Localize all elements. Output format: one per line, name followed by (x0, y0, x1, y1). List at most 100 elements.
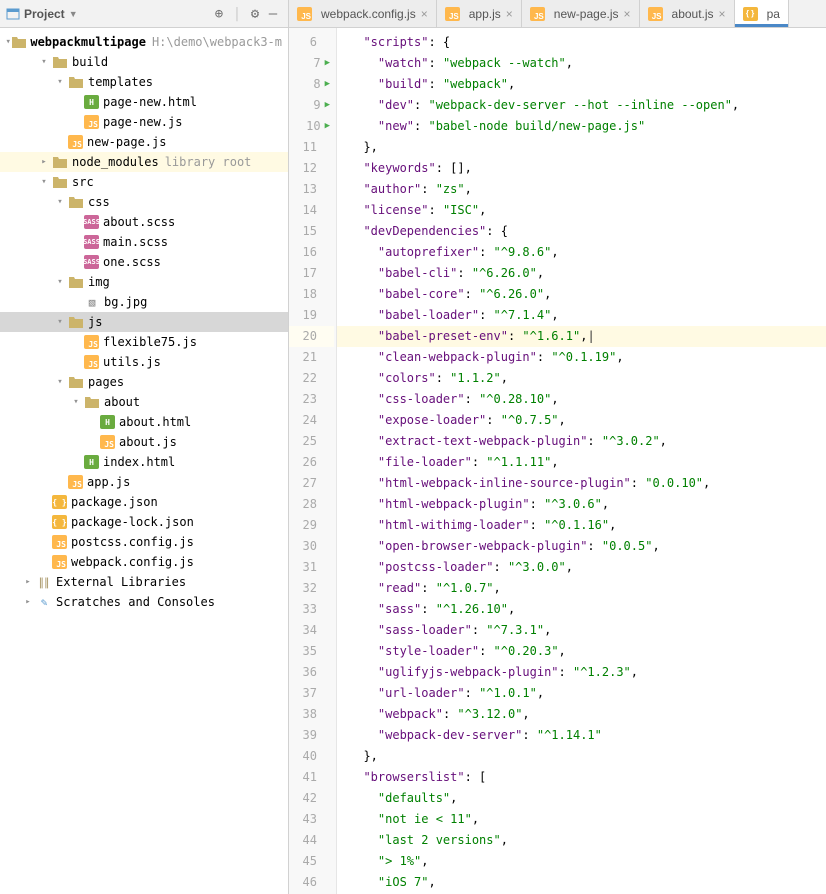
code-line[interactable]: "babel-preset-env": "^1.6.1",| (337, 326, 826, 347)
project-tree[interactable]: ▾webpackmultipageH:\demo\webpack3-m▾buil… (0, 28, 288, 894)
gutter-line[interactable]: 23 (289, 389, 334, 410)
gutter-line[interactable]: 13 (289, 179, 334, 200)
close-icon[interactable]: × (624, 7, 631, 21)
tree-root[interactable]: ▾webpackmultipageH:\demo\webpack3-m (0, 32, 288, 52)
tree-item[interactable]: SASSmain.scss (0, 232, 288, 252)
gutter-line[interactable]: 38 (289, 704, 334, 725)
gutter-line[interactable]: 24 (289, 410, 334, 431)
tree-item[interactable]: { }package.json (0, 492, 288, 512)
code-line[interactable]: "html-withimg-loader": "^0.1.16", (337, 515, 826, 536)
tree-item[interactable]: Hindex.html (0, 452, 288, 472)
gutter-line[interactable]: 45 (289, 851, 334, 872)
tree-item[interactable]: Hpage-new.html (0, 92, 288, 112)
gutter-line[interactable]: 26 (289, 452, 334, 473)
tree-item[interactable]: ▧bg.jpg (0, 292, 288, 312)
code-line[interactable]: "read": "^1.0.7", (337, 578, 826, 599)
run-icon[interactable]: ▶ (325, 116, 330, 137)
tree-item[interactable]: ▾build (0, 52, 288, 72)
gutter-line[interactable]: 14 (289, 200, 334, 221)
tree-item[interactable]: JSwebpack.config.js (0, 552, 288, 572)
gutter-line[interactable]: 15 (289, 221, 334, 242)
gutter-line[interactable]: 8▶ (289, 74, 334, 95)
code-line[interactable]: "last 2 versions", (337, 830, 826, 851)
tree-item[interactable]: ▾src (0, 172, 288, 192)
code-line[interactable]: "author": "zs", (337, 179, 826, 200)
tree-item[interactable]: JSutils.js (0, 352, 288, 372)
code-line[interactable]: "keywords": [], (337, 158, 826, 179)
gutter-line[interactable]: 10▶ (289, 116, 334, 137)
toggle-icon[interactable]: ▾ (52, 197, 68, 207)
code-line[interactable]: "colors": "1.1.2", (337, 368, 826, 389)
code-line[interactable]: "css-loader": "^0.28.10", (337, 389, 826, 410)
code-line[interactable]: "license": "ISC", (337, 200, 826, 221)
code-line[interactable]: "new": "babel-node build/new-page.js" (337, 116, 826, 137)
code-line[interactable]: "devDependencies": { (337, 221, 826, 242)
toggle-icon[interactable]: ▸ (20, 597, 36, 607)
code-line[interactable]: "postcss-loader": "^3.0.0", (337, 557, 826, 578)
toggle-icon[interactable]: ▸ (36, 157, 52, 167)
tree-item[interactable]: ▾templates (0, 72, 288, 92)
code-line[interactable]: "iOS 7", (337, 872, 826, 893)
tree-item[interactable]: JSnew-page.js (0, 132, 288, 152)
tree-item[interactable]: ▾js (0, 312, 288, 332)
code-line[interactable]: "webpack-dev-server": "^1.14.1" (337, 725, 826, 746)
gutter-line[interactable]: 16 (289, 242, 334, 263)
code-editor[interactable]: 67▶8▶9▶10▶111213141516171819202122232425… (289, 28, 826, 894)
tree-item[interactable]: ▾css (0, 192, 288, 212)
gutter-line[interactable]: 28 (289, 494, 334, 515)
editor-tab[interactable]: JSwebpack.config.js× (289, 0, 437, 27)
gutter-line[interactable]: 29 (289, 515, 334, 536)
tree-item[interactable]: { }package-lock.json (0, 512, 288, 532)
code-line[interactable]: "babel-core": "^6.26.0", (337, 284, 826, 305)
code-line[interactable]: "scripts": { (337, 32, 826, 53)
tree-item[interactable]: ▸∥∥External Libraries (0, 572, 288, 592)
code-line[interactable]: "file-loader": "^1.1.11", (337, 452, 826, 473)
code-line[interactable]: "url-loader": "^1.0.1", (337, 683, 826, 704)
gutter-line[interactable]: 36 (289, 662, 334, 683)
gutter-line[interactable]: 32 (289, 578, 334, 599)
code-line[interactable]: "not ie < 11", (337, 809, 826, 830)
toggle-icon[interactable]: ▾ (52, 317, 68, 327)
code-line[interactable]: "build": "webpack", (337, 74, 826, 95)
tree-item[interactable]: ▾img (0, 272, 288, 292)
project-selector[interactable]: Project ▼ (6, 7, 78, 21)
editor-tab[interactable]: { }pa (735, 0, 789, 27)
tree-item[interactable]: JSpage-new.js (0, 112, 288, 132)
code-line[interactable]: "dev": "webpack-dev-server --hot --inlin… (337, 95, 826, 116)
toggle-icon[interactable]: ▾ (36, 177, 52, 187)
tree-item[interactable]: ▾about (0, 392, 288, 412)
gutter-line[interactable]: 20 (289, 326, 334, 347)
code-line[interactable]: "browserslist": [ (337, 767, 826, 788)
run-icon[interactable]: ▶ (325, 74, 330, 95)
gutter-line[interactable]: 43 (289, 809, 334, 830)
gutter-line[interactable]: 46 (289, 872, 334, 893)
toggle-icon[interactable]: ▾ (52, 77, 68, 87)
gutter-line[interactable]: 21 (289, 347, 334, 368)
code-line[interactable]: "> 1%", (337, 851, 826, 872)
tree-item[interactable]: Habout.html (0, 412, 288, 432)
gutter-line[interactable]: 42 (289, 788, 334, 809)
gutter-line[interactable]: 19 (289, 305, 334, 326)
source[interactable]: "scripts": { "watch": "webpack --watch",… (337, 28, 826, 894)
editor-tab[interactable]: JSnew-page.js× (522, 0, 640, 27)
code-line[interactable]: "expose-loader": "^0.7.5", (337, 410, 826, 431)
gutter-line[interactable]: 39 (289, 725, 334, 746)
gutter-line[interactable]: 34 (289, 620, 334, 641)
gutter-line[interactable]: 12 (289, 158, 334, 179)
gear-icon[interactable]: ⚙ (246, 5, 264, 23)
tree-item[interactable]: ▸node_moduleslibrary root (0, 152, 288, 172)
tree-item[interactable]: JSflexible75.js (0, 332, 288, 352)
code-line[interactable]: "style-loader": "^0.20.3", (337, 641, 826, 662)
gutter-line[interactable]: 30 (289, 536, 334, 557)
editor-tab[interactable]: JSabout.js× (640, 0, 735, 27)
toggle-icon[interactable]: ▾ (4, 37, 12, 47)
code-line[interactable]: "babel-loader": "^7.1.4", (337, 305, 826, 326)
tree-item[interactable]: JSabout.js (0, 432, 288, 452)
toggle-icon[interactable]: ▾ (52, 277, 68, 287)
gutter-line[interactable]: 9▶ (289, 95, 334, 116)
code-line[interactable]: "html-webpack-inline-source-plugin": "0.… (337, 473, 826, 494)
gutter-line[interactable]: 41 (289, 767, 334, 788)
gutter-line[interactable]: 27 (289, 473, 334, 494)
code-line[interactable]: "watch": "webpack --watch", (337, 53, 826, 74)
code-line[interactable]: "extract-text-webpack-plugin": "^3.0.2", (337, 431, 826, 452)
